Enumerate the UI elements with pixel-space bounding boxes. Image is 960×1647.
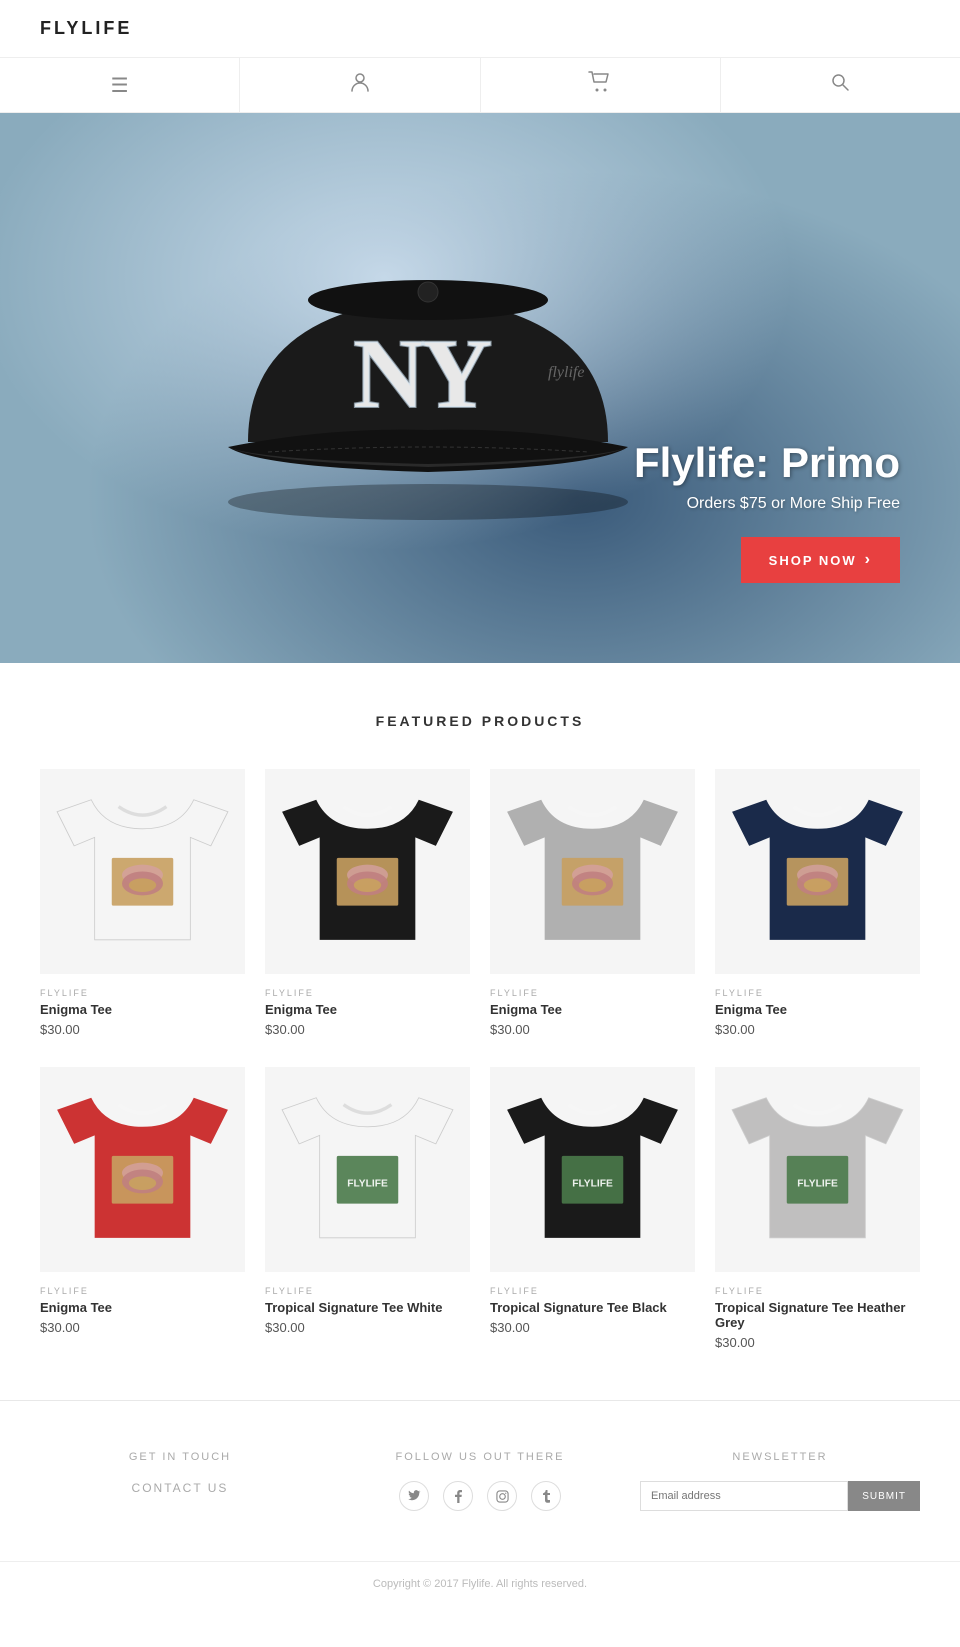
newsletter-form: SUBMIT xyxy=(640,1481,920,1511)
product-price: $30.00 xyxy=(40,1320,245,1335)
featured-products-section: FEATURED PRODUCTS FLYLIFE Enigma T xyxy=(0,663,960,1400)
social-icons-container xyxy=(340,1481,620,1511)
footer-newsletter-col: NEWSLETTER SUBMIT xyxy=(640,1451,920,1511)
product-image xyxy=(265,769,470,974)
product-name: Tropical Signature Tee White xyxy=(265,1300,470,1315)
product-price: $30.00 xyxy=(490,1320,695,1335)
product-image: FLYLIFE xyxy=(715,1067,920,1272)
product-price: $30.00 xyxy=(265,1320,470,1335)
footer-copyright: Copyright © 2017 Flylife. All rights res… xyxy=(0,1561,960,1606)
tumblr-icon[interactable] xyxy=(531,1481,561,1511)
product-name: Tropical Signature Tee Black xyxy=(490,1300,695,1315)
footer-newsletter-heading: NEWSLETTER xyxy=(640,1451,920,1463)
product-brand: FLYLIFE xyxy=(40,1286,245,1296)
product-card[interactable]: FLYLIFE Enigma Tee $30.00 xyxy=(715,769,920,1037)
product-price: $30.00 xyxy=(715,1335,920,1350)
svg-text:FLYLIFE: FLYLIFE xyxy=(797,1179,838,1190)
cart-icon xyxy=(588,71,612,99)
site-footer: GET IN TOUCH CONTACT US FOLLOW US OUT TH… xyxy=(0,1400,960,1606)
footer-contact-col: GET IN TOUCH CONTACT US xyxy=(40,1451,320,1511)
product-image xyxy=(40,769,245,974)
instagram-icon[interactable] xyxy=(487,1481,517,1511)
site-logo[interactable]: FLYLIFE xyxy=(40,18,132,39)
svg-text:flylife: flylife xyxy=(548,364,584,381)
product-brand: FLYLIFE xyxy=(490,1286,695,1296)
hero-content: Flylife: Primo Orders $75 or More Ship F… xyxy=(634,439,960,663)
nav-menu[interactable]: ☰ xyxy=(0,58,240,112)
svg-text:FLYLIFE: FLYLIFE xyxy=(347,1179,388,1190)
product-card[interactable]: FLYLIFE Enigma Tee $30.00 xyxy=(40,769,245,1037)
product-brand: FLYLIFE xyxy=(40,988,245,998)
product-name: Enigma Tee xyxy=(265,1002,470,1017)
contact-us-link[interactable]: CONTACT US xyxy=(40,1481,320,1495)
product-image xyxy=(715,769,920,974)
facebook-icon[interactable] xyxy=(443,1481,473,1511)
shop-now-label: ShOP NOW xyxy=(769,553,857,568)
product-card[interactable]: FLYLIFE Enigma Tee $30.00 xyxy=(490,769,695,1037)
hero-cap-image: NY NY flylife xyxy=(168,212,688,552)
footer-contact-heading: GET IN TOUCH xyxy=(40,1451,320,1463)
menu-icon: ☰ xyxy=(111,73,129,98)
nav-account[interactable] xyxy=(240,58,480,112)
svg-text:NY: NY xyxy=(353,318,491,429)
footer-columns: GET IN TOUCH CONTACT US FOLLOW US OUT TH… xyxy=(0,1400,960,1561)
hero-section: NY NY flylife Flylife: Primo Orders $75 … xyxy=(0,113,960,663)
shop-now-arrow: › xyxy=(865,551,872,569)
nav-bar: ☰ xyxy=(0,58,960,113)
nav-cart[interactable] xyxy=(481,58,721,112)
hero-subtitle: Orders $75 or More Ship Free xyxy=(634,495,900,513)
product-card[interactable]: FLYLIFE FLYLIFE Tropical Signature Tee W… xyxy=(265,1067,470,1350)
featured-title: FEATURED PRODUCTS xyxy=(40,713,920,729)
product-card[interactable]: FLYLIFE FLYLIFE Tropical Signature Tee H… xyxy=(715,1067,920,1350)
product-image: FLYLIFE xyxy=(265,1067,470,1272)
footer-social-col: FOLLOW US OUT THERE xyxy=(340,1451,620,1511)
product-image: FLYLIFE xyxy=(490,1067,695,1272)
footer-social-heading: FOLLOW US OUT THERE xyxy=(340,1451,620,1463)
product-name: Enigma Tee xyxy=(715,1002,920,1017)
product-price: $30.00 xyxy=(490,1022,695,1037)
product-image xyxy=(40,1067,245,1272)
shop-now-button[interactable]: ShOP NOW › xyxy=(741,537,900,583)
product-name: Enigma Tee xyxy=(40,1002,245,1017)
site-header: FLYLIFE xyxy=(0,0,960,58)
product-price: $30.00 xyxy=(715,1022,920,1037)
twitter-icon[interactable] xyxy=(399,1481,429,1511)
newsletter-submit-button[interactable]: SUBMIT xyxy=(848,1481,920,1511)
product-name: Enigma Tee xyxy=(490,1002,695,1017)
hero-title: Flylife: Primo xyxy=(634,439,900,487)
svg-text:FLYLIFE: FLYLIFE xyxy=(572,1179,613,1190)
product-price: $30.00 xyxy=(265,1022,470,1037)
nav-search[interactable] xyxy=(721,58,960,112)
product-brand: FLYLIFE xyxy=(715,988,920,998)
newsletter-email-input[interactable] xyxy=(640,1481,848,1511)
product-card[interactable]: FLYLIFE Enigma Tee $30.00 xyxy=(40,1067,245,1350)
product-card[interactable]: FLYLIFE FLYLIFE Tropical Signature Tee B… xyxy=(490,1067,695,1350)
product-name: Enigma Tee xyxy=(40,1300,245,1315)
product-brand: FLYLIFE xyxy=(490,988,695,998)
products-grid: FLYLIFE Enigma Tee $30.00 FLY xyxy=(40,769,920,1350)
search-icon xyxy=(830,72,850,98)
product-name: Tropical Signature Tee Heather Grey xyxy=(715,1300,920,1330)
product-card[interactable]: FLYLIFE Enigma Tee $30.00 xyxy=(265,769,470,1037)
product-image xyxy=(490,769,695,974)
product-brand: FLYLIFE xyxy=(265,1286,470,1296)
product-brand: FLYLIFE xyxy=(265,988,470,998)
product-price: $30.00 xyxy=(40,1022,245,1037)
product-brand: FLYLIFE xyxy=(715,1286,920,1296)
account-icon xyxy=(349,71,371,99)
